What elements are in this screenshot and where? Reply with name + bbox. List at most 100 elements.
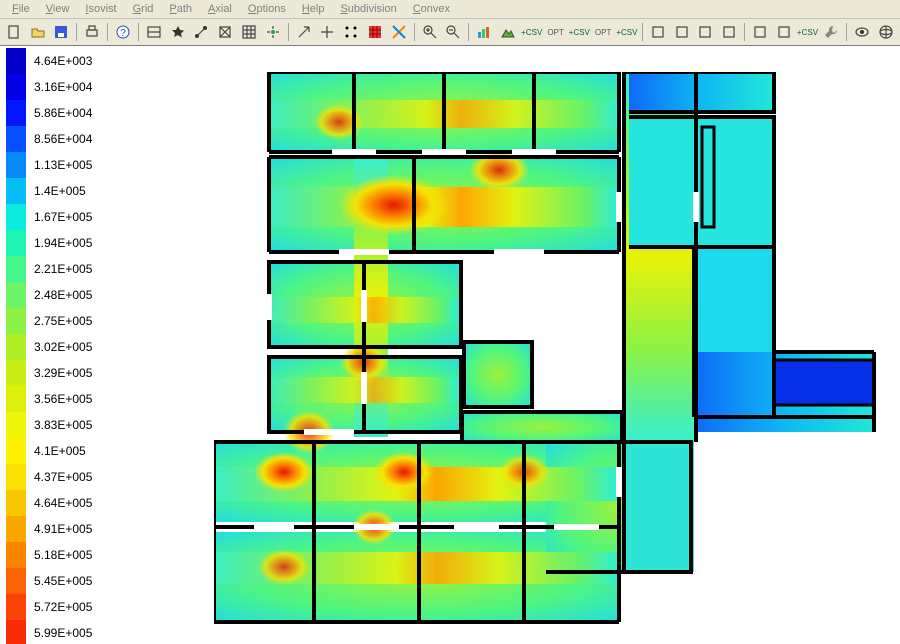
legend-row: 1.67E+005 — [6, 204, 166, 230]
legend-row: 2.75E+005 — [6, 308, 166, 334]
legend-value: 3.56E+005 — [26, 392, 92, 406]
legend-swatch — [6, 334, 26, 360]
legend-value: 1.94E+005 — [26, 236, 92, 250]
menu-help[interactable]: Help — [294, 1, 333, 17]
menu-path[interactable]: Path — [161, 1, 200, 17]
legend-row: 3.16E+004 — [6, 74, 166, 100]
legend-value: 3.83E+005 — [26, 418, 92, 432]
toolbar-path2-button[interactable] — [670, 21, 694, 43]
menu-options[interactable]: Options — [240, 1, 294, 17]
legend-swatch — [6, 126, 26, 152]
svg-text:?: ? — [120, 28, 126, 39]
legend-swatch — [6, 100, 26, 126]
toolbar-wand-button[interactable] — [748, 21, 772, 43]
toolbar-help-button[interactable]: ? — [111, 21, 135, 43]
menu-axial[interactable]: Axial — [200, 1, 240, 17]
legend-swatch — [6, 178, 26, 204]
legend-swatch — [6, 412, 26, 438]
menu-isovist[interactable]: Isovist — [77, 1, 124, 17]
legend-row: 3.02E+005 — [6, 334, 166, 360]
toolbar-union-button[interactable] — [717, 21, 741, 43]
toolbar-target-button[interactable] — [387, 21, 411, 43]
menu-file[interactable]: File — [4, 1, 38, 17]
toolbar-join2-button[interactable] — [772, 21, 796, 43]
toolbar-grid-button[interactable] — [237, 21, 261, 43]
toolbar-print-button[interactable] — [80, 21, 104, 43]
legend-value: 5.72E+005 — [26, 600, 92, 614]
legend-value: 4.64E+003 — [26, 54, 92, 68]
toolbar-opt1-button[interactable]: OPT — [544, 21, 568, 43]
legend-value: 1.13E+005 — [26, 158, 92, 172]
toolbar-new-button[interactable] — [2, 21, 26, 43]
toolbar-csv1-button[interactable]: +CSV — [520, 21, 544, 43]
toolbar-mesh-button[interactable] — [213, 21, 237, 43]
menu-view[interactable]: View — [38, 1, 78, 17]
legend-row: 1.13E+005 — [6, 152, 166, 178]
toolbar-open-button[interactable] — [26, 21, 50, 43]
legend-row: 4.1E+005 — [6, 438, 166, 464]
menu-subdivision[interactable]: Subdivision — [332, 1, 404, 17]
legend-row: 5.72E+005 — [6, 594, 166, 620]
legend-swatch — [6, 230, 26, 256]
legend-value: 8.56E+004 — [26, 132, 92, 146]
toolbar-save-button[interactable] — [50, 21, 74, 43]
legend-swatch — [6, 490, 26, 516]
toolbar-star-button[interactable] — [166, 21, 190, 43]
legend-swatch — [6, 386, 26, 412]
analysis-canvas[interactable] — [214, 72, 876, 632]
toolbar-dots-button[interactable] — [339, 21, 363, 43]
legend-swatch — [6, 464, 26, 490]
toolbar-mtn-button[interactable] — [496, 21, 520, 43]
legend-value: 5.18E+005 — [26, 548, 92, 562]
legend-swatch — [6, 516, 26, 542]
legend-value: 1.67E+005 — [26, 210, 92, 224]
toolbar-zoom-out-button[interactable] — [441, 21, 465, 43]
toolbar-csv4-button[interactable]: +CSV — [796, 21, 820, 43]
legend-row: 3.56E+005 — [6, 386, 166, 412]
legend-swatch — [6, 282, 26, 308]
toolbar-eye-button[interactable] — [850, 21, 874, 43]
legend-swatch — [6, 360, 26, 386]
legend-value: 3.29E+005 — [26, 366, 92, 380]
legend-value: 4.1E+005 — [26, 444, 86, 458]
legend-swatch — [6, 438, 26, 464]
legend-row: 4.37E+005 — [6, 464, 166, 490]
toolbar-plan-button[interactable] — [142, 21, 166, 43]
toolbar-bars-button[interactable] — [472, 21, 496, 43]
legend-value: 2.75E+005 — [26, 314, 92, 328]
legend-swatch — [6, 620, 26, 644]
toolbar-globe-button[interactable] — [874, 21, 898, 43]
menu-convex[interactable]: Convex — [405, 1, 458, 17]
legend-swatch — [6, 568, 26, 594]
toolbar-zoom-in-button[interactable] — [418, 21, 442, 43]
legend-row: 3.83E+005 — [6, 412, 166, 438]
toolbar-cross-button[interactable] — [316, 21, 340, 43]
toolbar-opt2-button[interactable]: OPT — [591, 21, 615, 43]
toolbar: ?+CSVOPT+CSVOPT+CSV+CSV — [0, 19, 900, 46]
toolbar-path1-button[interactable] — [646, 21, 670, 43]
menu-bar: File View Isovist Grid Path Axial Option… — [0, 0, 900, 19]
legend-value: 5.99E+005 — [26, 626, 92, 640]
legend-value: 1.4E+005 — [26, 184, 86, 198]
toolbar-wrench-button[interactable] — [819, 21, 843, 43]
legend-row: 5.45E+005 — [6, 568, 166, 594]
toolbar-seed-button[interactable] — [261, 21, 285, 43]
legend-value: 5.45E+005 — [26, 574, 92, 588]
legend-row: 1.4E+005 — [6, 178, 166, 204]
content-area: 4.64E+0033.16E+0045.86E+0048.56E+0041.13… — [0, 46, 900, 644]
toolbar-arrow-button[interactable] — [292, 21, 316, 43]
legend-swatch — [6, 542, 26, 568]
legend-row: 5.18E+005 — [6, 542, 166, 568]
legend-row: 3.29E+005 — [6, 360, 166, 386]
legend-value: 2.21E+005 — [26, 262, 92, 276]
color-legend: 4.64E+0033.16E+0045.86E+0048.56E+0041.13… — [6, 48, 166, 644]
toolbar-join-button[interactable] — [190, 21, 214, 43]
toolbar-convex-button[interactable] — [693, 21, 717, 43]
toolbar-csv2-button[interactable]: +CSV — [567, 21, 591, 43]
legend-row: 4.64E+003 — [6, 48, 166, 74]
toolbar-hatch-button[interactable] — [363, 21, 387, 43]
toolbar-csv3-button[interactable]: +CSV — [615, 21, 639, 43]
legend-swatch — [6, 204, 26, 230]
menu-grid[interactable]: Grid — [125, 1, 162, 17]
legend-value: 4.64E+005 — [26, 496, 92, 510]
